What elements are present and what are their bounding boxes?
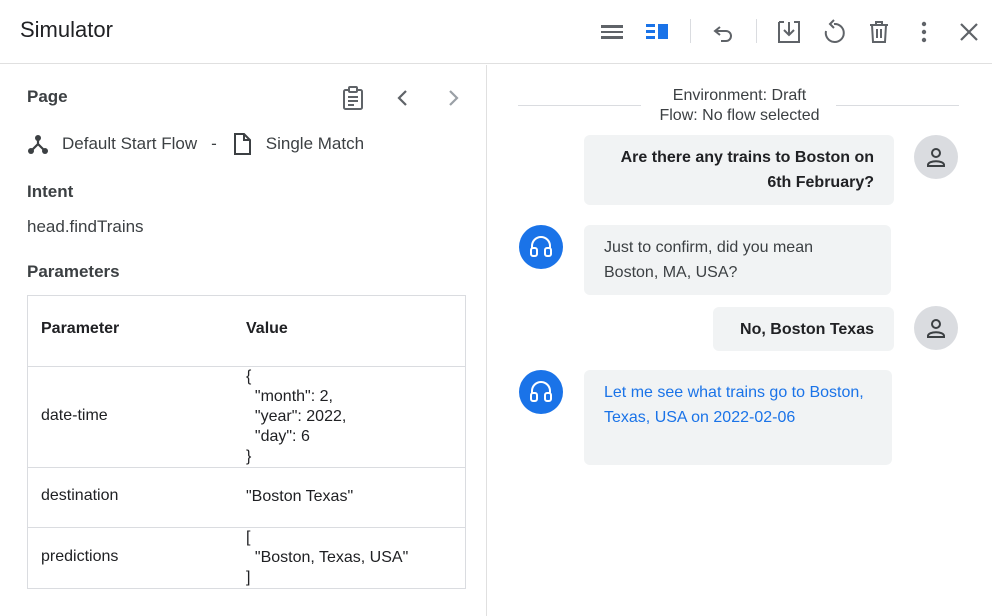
conversation-panel: Environment: Draft Flow: No flow selecte… — [487, 65, 992, 616]
parameter-value: { "month": 2, "year": 2022, "day": 6 } — [246, 368, 347, 465]
list-view-icon — [601, 25, 623, 39]
user-message: No, Boston Texas — [713, 307, 894, 351]
more-vert-icon — [921, 21, 927, 43]
header-bar: Simulator — [0, 0, 992, 64]
flow-icon — [27, 133, 49, 155]
user-avatar — [914, 306, 958, 350]
page-name: Single Match — [265, 134, 365, 153]
flow-label: Flow: No flow selected — [659, 107, 820, 124]
parameter-value: "Boston Texas" — [246, 488, 354, 505]
close-button[interactable] — [955, 18, 983, 46]
table-row: date-time { "month": 2, "year": 2022, "d… — [28, 367, 465, 468]
split-view-button[interactable] — [643, 18, 671, 46]
toolbar-separator — [756, 19, 757, 43]
user-message: Are there any trains to Boston on 6th Fe… — [584, 135, 894, 205]
more-options-button[interactable] — [910, 18, 938, 46]
table-row: predictions [ "Boston, Texas, USA" ] — [28, 528, 465, 588]
undo-icon — [713, 26, 732, 42]
chevron-left-icon — [397, 90, 407, 106]
reset-icon — [824, 19, 845, 43]
agent-avatar — [519, 370, 563, 414]
app-title: Simulator — [20, 17, 113, 42]
environment-label: Environment: Draft — [672, 87, 807, 104]
parameter-name: date-time — [41, 407, 108, 424]
person-icon — [927, 148, 945, 167]
user-avatar — [914, 135, 958, 179]
details-panel: Page Default Start Flow - Single Match I… — [0, 65, 486, 616]
close-icon — [960, 23, 978, 41]
column-header-parameter: Parameter — [41, 320, 120, 337]
parameters-table: Parameter Value date-time { "month": 2, … — [27, 295, 466, 589]
agent-avatar — [519, 225, 563, 269]
page-icon — [231, 133, 253, 155]
person-icon — [927, 319, 945, 338]
table-row: destination "Boston Texas" — [28, 468, 465, 528]
previous-button[interactable] — [390, 85, 416, 111]
intent-value: head.findTrains — [27, 217, 144, 236]
clipboard-button[interactable] — [340, 85, 366, 111]
agent-message: Let me see what trains go to Boston, Tex… — [584, 370, 892, 465]
toolbar-separator — [690, 19, 691, 43]
parameter-value: [ "Boston, Texas, USA" ] — [246, 529, 409, 586]
intent-heading: Intent — [27, 182, 74, 201]
next-button[interactable] — [440, 85, 466, 111]
flow-page-breadcrumb: Default Start Flow - Single Match — [27, 131, 364, 157]
delete-icon — [870, 21, 888, 43]
parameter-name: destination — [41, 487, 119, 504]
undo-button[interactable] — [709, 18, 737, 46]
export-button[interactable] — [775, 18, 803, 46]
flow-name: Default Start Flow — [62, 134, 198, 153]
table-header-row: Parameter Value — [28, 296, 465, 367]
headset-icon — [530, 381, 552, 402]
chevron-right-icon — [449, 90, 459, 106]
list-view-button[interactable] — [598, 18, 626, 46]
page-heading: Page — [27, 87, 68, 106]
split-view-icon — [646, 24, 668, 39]
parameter-name: predictions — [41, 548, 119, 565]
reset-button[interactable] — [820, 18, 848, 46]
delete-button[interactable] — [865, 18, 893, 46]
headset-icon — [530, 236, 552, 257]
parameters-heading: Parameters — [27, 262, 120, 281]
agent-message: Just to confirm, did you mean Boston, MA… — [584, 225, 891, 295]
clipboard-icon — [343, 86, 363, 110]
export-icon — [778, 21, 800, 43]
column-header-value: Value — [246, 320, 288, 337]
breadcrumb-separator: - — [211, 134, 217, 153]
